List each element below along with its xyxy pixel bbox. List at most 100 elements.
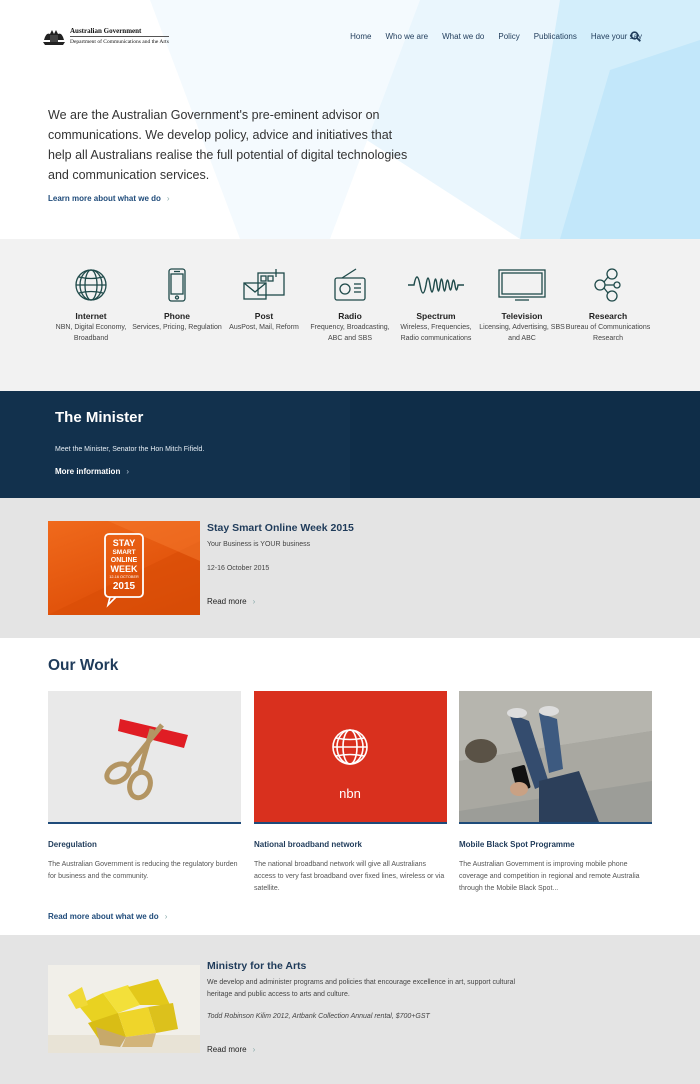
chevron-right-icon: › bbox=[252, 1045, 256, 1054]
service-title: Post bbox=[254, 311, 274, 321]
phone-icon bbox=[168, 268, 186, 302]
badge-line-year: 2015 bbox=[113, 581, 136, 592]
scissors-icon bbox=[104, 719, 188, 801]
chevron-right-icon: › bbox=[126, 467, 130, 476]
work-card-mobile-black-spot[interactable]: Mobile Black Spot Programme The Australi… bbox=[459, 691, 652, 895]
service-desc: NBN, Digital Economy, Broadband bbox=[55, 324, 127, 342]
card-underline bbox=[459, 822, 652, 824]
service-phone[interactable]: Phone Services, Pricing, Regulation bbox=[132, 267, 222, 334]
service-internet[interactable]: Internet NBN, Digital Economy, Broadband bbox=[46, 267, 136, 344]
mobile-black-spot-photo bbox=[459, 691, 652, 822]
learn-more-label: Learn more about what we do bbox=[48, 194, 161, 203]
logo-line1: Australian Government bbox=[70, 26, 142, 35]
badge-line-stay: STAY bbox=[113, 538, 136, 548]
arts-title[interactable]: Ministry for the Arts bbox=[207, 960, 306, 972]
nav-policy[interactable]: Policy bbox=[498, 32, 519, 41]
service-desc: AusPost, Mail, Reform bbox=[229, 324, 299, 331]
chevron-right-icon: › bbox=[252, 597, 256, 606]
our-work-title: Our Work bbox=[48, 657, 119, 674]
government-logo[interactable]: Australian Government Department of Comm… bbox=[42, 26, 169, 46]
service-research[interactable]: Research Bureau of Communications Resear… bbox=[563, 267, 653, 344]
badge-line-week: WEEK bbox=[111, 564, 139, 574]
work-card-deregulation[interactable]: Deregulation The Australian Government i… bbox=[48, 691, 241, 883]
service-desc: Bureau of Communications Research bbox=[565, 324, 651, 342]
service-title: Phone bbox=[164, 311, 190, 321]
crest-icon bbox=[43, 30, 65, 45]
nav-home[interactable]: Home bbox=[350, 32, 371, 41]
card-underline bbox=[48, 822, 241, 824]
minister-shade bbox=[350, 391, 700, 498]
minister-title: The Minister bbox=[55, 409, 144, 426]
arts-desc: We develop and administer programs and p… bbox=[207, 979, 516, 998]
tv-icon bbox=[498, 269, 546, 301]
nbn-image: nbn bbox=[254, 691, 447, 822]
more-information-link[interactable]: More information › bbox=[55, 467, 129, 476]
nbn-text: nbn bbox=[339, 786, 361, 801]
card-desc: The Australian Government is reducing th… bbox=[48, 861, 238, 880]
service-title: Research bbox=[588, 311, 628, 321]
stay-smart-title[interactable]: Stay Smart Online Week 2015 bbox=[207, 522, 354, 534]
nav-publications[interactable]: Publications bbox=[534, 32, 577, 41]
work-card-nbn[interactable]: nbn National broadband network The natio… bbox=[254, 691, 447, 895]
card-title[interactable]: National broadband network bbox=[254, 840, 447, 849]
deregulation-image bbox=[48, 691, 241, 822]
more-information-label: More information bbox=[55, 467, 121, 476]
stay-smart-read-more[interactable]: Read more › bbox=[207, 597, 255, 606]
nbn-logo: nbn bbox=[332, 729, 368, 801]
hero-section: Australian Government Department of Comm… bbox=[0, 0, 700, 239]
badge-line-smart: SMART bbox=[112, 549, 135, 556]
card-title[interactable]: Mobile Black Spot Programme bbox=[459, 840, 652, 849]
service-desc: Licensing, Advertising, SBS and ABC bbox=[479, 324, 565, 342]
service-title: Radio bbox=[338, 311, 362, 321]
service-desc: Frequency, Broadcasting, ABC and SBS bbox=[310, 324, 390, 342]
stay-smart-date: 12-16 October 2015 bbox=[207, 565, 270, 572]
nav-who-we-are[interactable]: Who we are bbox=[385, 32, 428, 41]
arts-read-more[interactable]: Read more › bbox=[207, 1045, 255, 1054]
nav-what-we-do[interactable]: What we do bbox=[442, 32, 484, 41]
service-title: Internet bbox=[75, 311, 107, 321]
learn-more-link[interactable]: Learn more about what we do › bbox=[48, 194, 170, 203]
read-more-about-label: Read more about what we do bbox=[48, 912, 159, 921]
read-more-about-what-we-do-link[interactable]: Read more about what we do › bbox=[48, 912, 167, 921]
our-work-section: Our Work Deregulation The Australian Gov… bbox=[0, 638, 700, 935]
badge-dates: 12-16 OCTOBER bbox=[109, 575, 139, 579]
service-television[interactable]: Television Licensing, Advertising, SBS a… bbox=[477, 267, 567, 344]
globe-icon bbox=[75, 269, 107, 301]
stay-smart-image[interactable]: STAY SMART ONLINE WEEK 12-16 OCTOBER 201… bbox=[48, 521, 200, 615]
minister-section: The Minister Meet the Minister, Senator … bbox=[0, 391, 700, 498]
service-post[interactable]: Post AusPost, Mail, Reform bbox=[219, 267, 309, 334]
card-desc: The national broadband network will give… bbox=[254, 861, 445, 892]
person-with-phone-photo bbox=[459, 691, 652, 822]
stay-smart-badge: STAY SMART ONLINE WEEK 12-16 OCTOBER 201… bbox=[48, 521, 200, 615]
arts-section: Ministry for the Arts We develop and adm… bbox=[0, 935, 700, 1084]
service-title: Television bbox=[501, 311, 543, 321]
arts-caption: Todd Robinson Kilim 2012, Artbank Collec… bbox=[207, 1013, 430, 1020]
wave-icon bbox=[408, 276, 464, 294]
service-spectrum[interactable]: Spectrum Wireless, Frequencies, Radio co… bbox=[391, 267, 481, 344]
badge-line-online: ONLINE bbox=[111, 557, 138, 564]
intro-text: We are the Australian Government's pre-e… bbox=[48, 108, 408, 182]
card-underline bbox=[254, 822, 447, 824]
service-radio[interactable]: Radio Frequency, Broadcasting, ABC and S… bbox=[305, 267, 395, 344]
service-desc: Services, Pricing, Regulation bbox=[132, 324, 222, 331]
search-icon[interactable] bbox=[630, 31, 641, 42]
main-nav: Home Who we are What we do Policy Public… bbox=[336, 32, 642, 41]
card-desc: The Australian Government is improving m… bbox=[459, 861, 640, 892]
yellow-sculpture-photo bbox=[48, 965, 200, 1053]
chevron-right-icon: › bbox=[164, 912, 168, 921]
service-desc: Wireless, Frequencies, Radio communicati… bbox=[400, 324, 472, 342]
card-title[interactable]: Deregulation bbox=[48, 840, 241, 849]
minister-subtitle: Meet the Minister, Senator the Hon Mitch… bbox=[55, 446, 205, 453]
arts-image[interactable] bbox=[48, 965, 200, 1053]
services-section: Internet NBN, Digital Economy, Broadband… bbox=[0, 239, 700, 391]
chevron-right-icon: › bbox=[166, 194, 170, 203]
read-more-label: Read more bbox=[207, 597, 247, 606]
molecule-icon bbox=[594, 268, 621, 302]
radio-icon bbox=[334, 268, 366, 301]
service-title: Spectrum bbox=[416, 311, 456, 321]
read-more-label: Read more bbox=[207, 1045, 247, 1054]
mailbox-icon bbox=[243, 269, 285, 300]
stay-smart-subtitle: Your Business is YOUR business bbox=[207, 541, 311, 548]
stay-smart-section: STAY SMART ONLINE WEEK 12-16 OCTOBER 201… bbox=[0, 498, 700, 638]
logo-line2: Department of Communications and the Art… bbox=[70, 35, 169, 46]
